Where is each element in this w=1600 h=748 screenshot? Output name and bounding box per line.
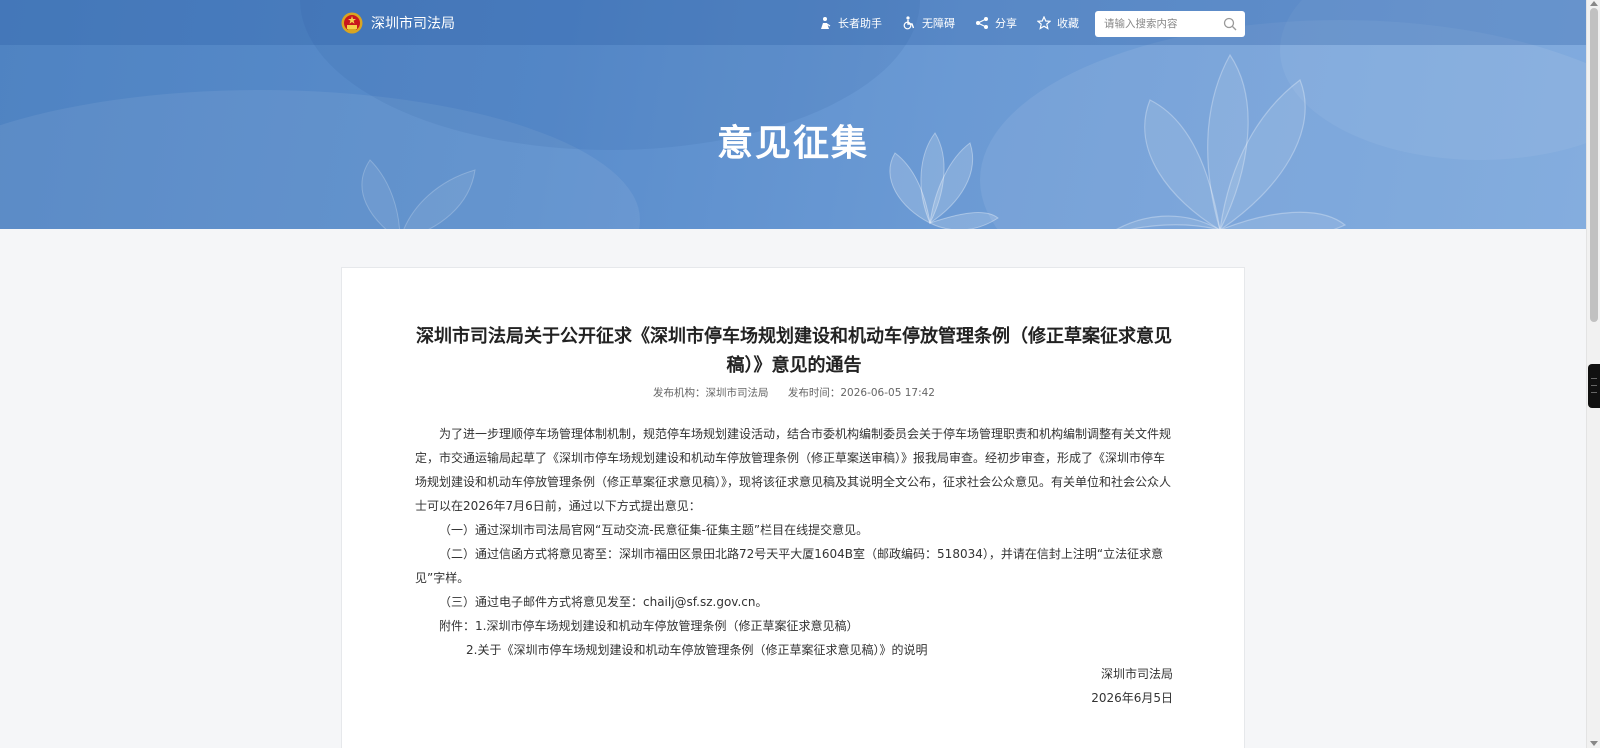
scrollbar-thumb[interactable]	[1590, 8, 1598, 322]
article-meta: 发布机构：深圳市司法局 发布时间：2026-06-05 17:42	[342, 385, 1246, 400]
accessibility-label: 无障碍	[922, 16, 955, 30]
banner-title: 意见征集	[716, 123, 869, 164]
article-date: 2026年6月5日	[1091, 691, 1173, 705]
accessibility-button[interactable]: 无障碍	[902, 15, 955, 31]
publish-time-label: 发布时间：	[787, 387, 841, 399]
favorite-button[interactable]: 收藏	[1037, 15, 1079, 31]
share-button[interactable]: 分享	[975, 15, 1017, 31]
accessibility-icon	[903, 15, 915, 29]
national-emblem-icon	[341, 12, 363, 34]
submission-method-3: （三）通过电子邮件方式将意见发至：chailj@sf.sz.gov.cn。	[439, 595, 768, 609]
publisher-label: 发布机构：	[653, 387, 706, 399]
top-navigation-bar: 深圳市司法局 长者助手 无障碍 分享 收藏 请输入搜索内容	[0, 0, 1586, 45]
site-brand[interactable]: 深圳市司法局	[341, 11, 455, 35]
publisher-value: 深圳市司法局	[705, 387, 769, 399]
elder-assist-label: 长者助手	[838, 16, 882, 30]
article-body: 为了进一步理顺停车场管理体制机制，规范停车场规划建设活动，结合市委机构编制委员会…	[415, 422, 1173, 710]
article-signature: 深圳市司法局	[1100, 667, 1173, 681]
submission-method-1: （一）通过深圳市司法局官网“互动交流-民意征集-征集主题”栏目在线提交意见。	[439, 523, 869, 537]
article-title: 深圳市司法局关于公开征求《深圳市停车场规划建设和机动车停放管理条例（修正草案征求…	[416, 326, 1172, 376]
banner: 深圳市司法局 长者助手 无障碍 分享 收藏 请输入搜索内容 意见征集	[0, 0, 1586, 229]
article-card: 深圳市司法局关于公开征求《深圳市停车场规划建设和机动车停放管理条例（修正草案征求…	[341, 267, 1245, 748]
attachment-link-1[interactable]: 附件：1.深圳市停车场规划建设和机动车停放管理条例（修正草案征求意见稿）	[415, 614, 1173, 638]
scroll-up-arrow-icon[interactable]	[1590, 1, 1598, 6]
favorite-label: 收藏	[1057, 16, 1079, 30]
scroll-down-arrow-icon[interactable]	[1590, 741, 1598, 746]
submission-method-2: （二）通过信函方式将意见寄至：深圳市福田区景田北路72号天平大厦1604B室（邮…	[415, 547, 1164, 585]
attachment-link-2[interactable]: 2.关于《深圳市停车场规划建设和机动车停放管理条例（修正草案征求意见稿）》的说明	[415, 638, 1173, 662]
search-icon[interactable]	[1223, 17, 1237, 31]
share-icon	[976, 16, 988, 29]
publish-time-value: 2026-06-05 17:42	[840, 387, 935, 399]
search-input[interactable]	[1095, 11, 1215, 37]
elder-assist-button[interactable]: 长者助手	[818, 15, 882, 31]
elder-assist-icon	[821, 16, 831, 29]
site-name: 深圳市司法局	[371, 16, 455, 32]
page-viewport: 深圳市司法局 长者助手 无障碍 分享 收藏 请输入搜索内容 意见征集 深圳市司法…	[0, 0, 1586, 748]
article-intro-paragraph: 为了进一步理顺停车场管理体制机制，规范停车场规划建设活动，结合市委机构编制委员会…	[415, 427, 1172, 513]
side-float-tab[interactable]	[1588, 364, 1600, 408]
search-box	[1095, 11, 1245, 37]
publish-time-info: 发布时间：2026-06-05 17:42	[788, 387, 935, 399]
star-icon	[1037, 15, 1051, 30]
share-label: 分享	[995, 16, 1017, 30]
side-tab-line	[1591, 385, 1597, 386]
header-tools: 长者助手 无障碍 分享 收藏	[818, 0, 1079, 45]
side-tab-line	[1591, 378, 1597, 379]
publisher-info: 发布机构：深圳市司法局	[653, 387, 769, 399]
side-tab-line	[1591, 392, 1597, 393]
